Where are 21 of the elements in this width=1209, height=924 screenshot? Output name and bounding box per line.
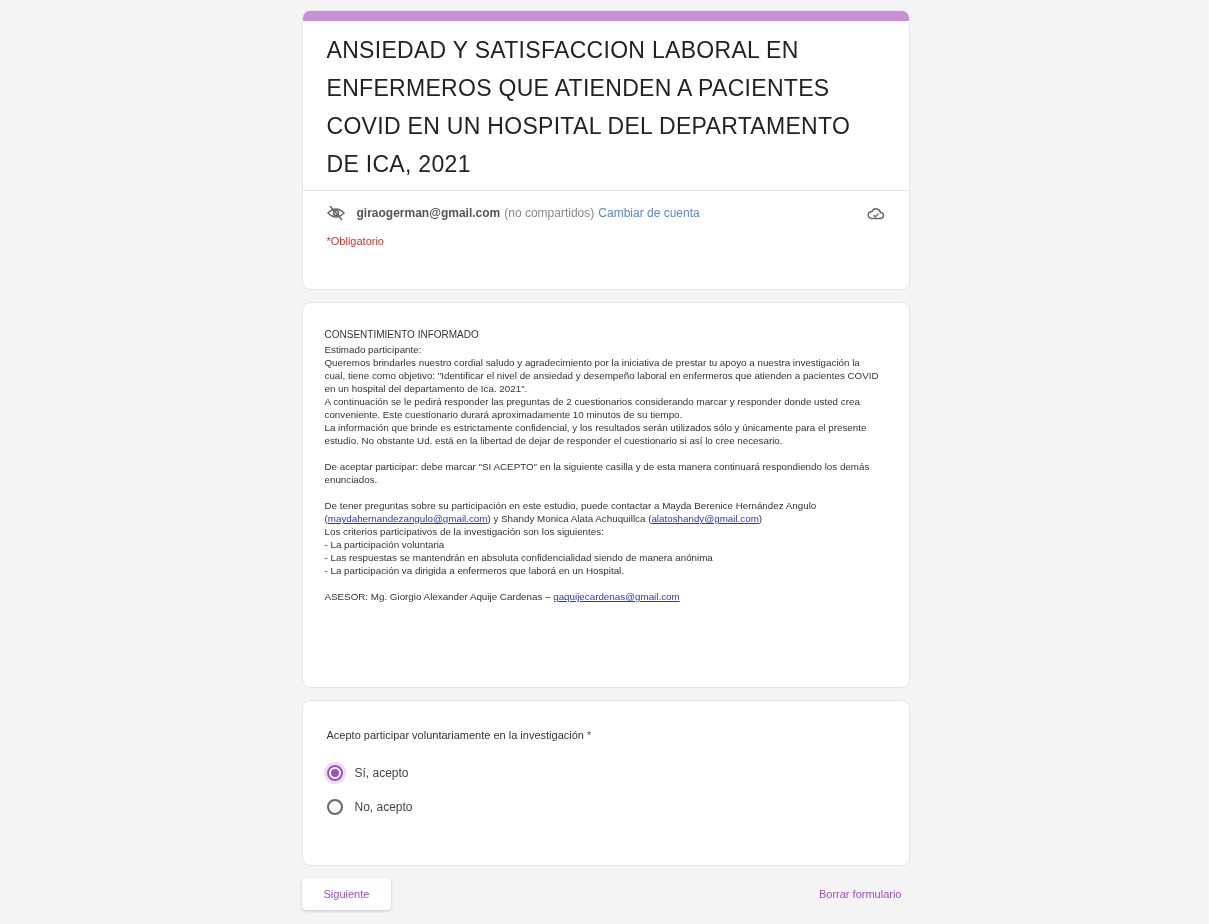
radio-button[interactable] [326, 765, 343, 781]
cloud-check-icon [866, 206, 885, 220]
radio-option[interactable]: Sí, acepto [326, 765, 409, 781]
consent-paragraph: De tener preguntas sobre su participación en este estudio, puede contactar a Mayda Berenice Hernández Angulo (maydahernandezangulo@gmail.com) y Shandy Monica Alata Achuquillca (alatoshandy@gmail.com) Los criterios participativos de la investigación son los siguientes: - La participación voluntaria - Las respuestas se mantendrán en absoluta confidencialidad siendo de manera anónima - La participación va dirigida a enfermeros que laborá en un Hospital. [324, 499, 818, 577]
next-button[interactable]: Siguiente [301, 878, 392, 910]
consent-paragraph: De aceptar participar: debe marcar "SI ACEPTO" en la siguiente casilla y de esta manera continuará respondiendo los demás enunciados. [324, 460, 871, 486]
sharing-note: (no compartidos) [504, 206, 595, 220]
radio-option[interactable]: No, acepto [326, 799, 413, 815]
question-text: Acepto participar voluntariamente en la investigación * [326, 729, 593, 741]
switch-account-link[interactable]: Cambiar de cuenta [598, 206, 700, 220]
consent-paragraph: ASESOR: Mg. Giorgio Alexander Aquije Cardenas – gaquijecardenas@gmail.com [324, 590, 681, 603]
email-link[interactable]: gaquijecardenas@gmail.com [553, 591, 680, 602]
account-email: giraogerman@gmail.com [356, 206, 501, 220]
email-link[interactable]: alatoshandy@gmail.com [651, 513, 759, 524]
consent-heading: CONSENTIMIENTO INFORMADO [324, 329, 480, 340]
consent-paragraph: Estimado participante: Queremos brindarles nuestro cordial saludo y agradecimiento por la iniciativa de prestar tu apoyo a nuestra investigación la cual, tiene como objetivo: "Identificar el nivel de ansiedad y desempeño laboral en enfermeros que atienden a pacientes COVID en un hospital del departamento de Ica. 2021". A continuación se le pedirá responder las preguntas de 2 cuestionarios considerando marcar y responder donde usted crea conveniente. Este cuestionario durará aproximadamente 10 minutos de su tiempo. La información que brinde es estrictamente confidencial, y los resultados serán utilizados sólo y únicamente para el presente estudio. No obstante Ud. está en la libertad de dejar de responder el cuestionario si así lo cree necesario. [324, 343, 880, 447]
eye-slash-icon [326, 205, 345, 221]
radio-button[interactable] [326, 799, 343, 815]
form-title: ANSIEDAD Y SATISFACCION LABORAL EN ENFERMEROS QUE ATIENDEN A PACIENTES COVID EN UN HOSPITAL DEL DEPARTAMENTO DE ICA, 2021 [302, 21, 909, 191]
required-note: *Obligatorio [325, 234, 385, 247]
clear-form-button[interactable]: Borrar formulario [810, 882, 910, 906]
